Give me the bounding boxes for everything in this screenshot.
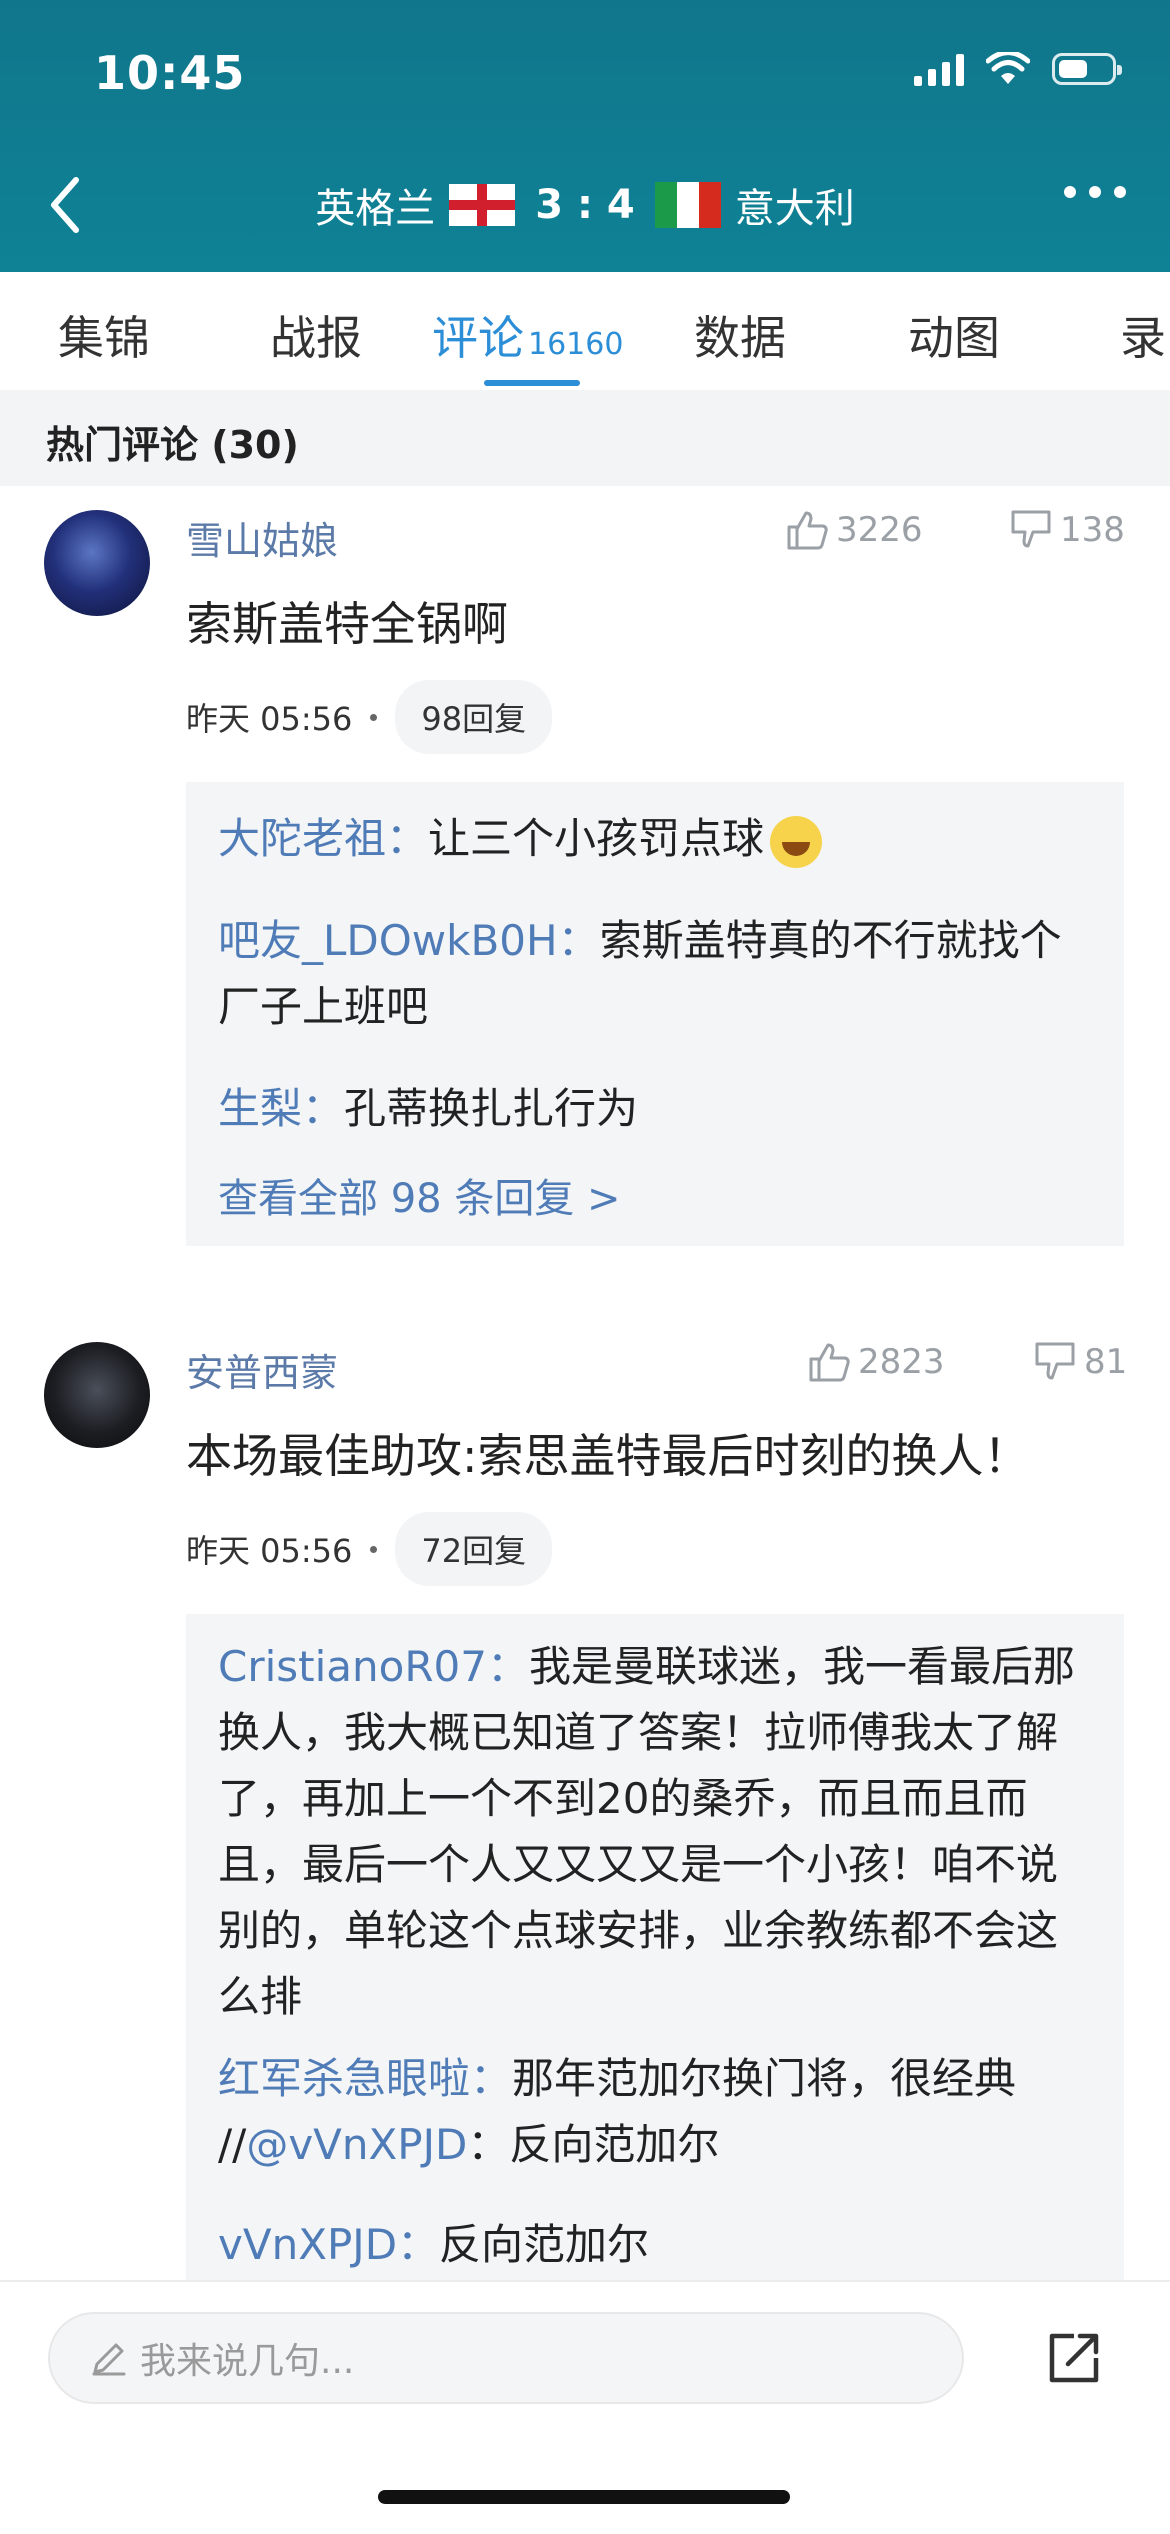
laughing-emoji-icon: [770, 815, 823, 868]
reply-item[interactable]: 大陀老祖：让三个小孩罚点球: [218, 806, 1092, 872]
replies-box: CristianoR07：我是曼联球迷，我一看最后那换人，我大概已知道了答案！拉…: [186, 1614, 1124, 2280]
comment-text: 本场最佳助攻:索思盖特最后时刻的换人！: [186, 1429, 1030, 1483]
reply-text: 反向范加尔: [439, 2220, 650, 2269]
comment-input-placeholder: 我来说几句...: [140, 2341, 355, 2382]
comment-text: 索斯盖特全锅啊: [186, 597, 508, 651]
comment-meta: 昨天 05:56 72回复: [186, 1512, 553, 1586]
reply-text: 让三个小孩罚点球: [428, 814, 765, 863]
comment-meta: 昨天 05:56 98回复: [186, 680, 553, 754]
england-flag-icon: [449, 184, 516, 226]
share-button[interactable]: [1044, 2328, 1104, 2388]
reply-item[interactable]: CristianoR07：我是曼联球迷，我一看最后那换人，我大概已知道了答案！拉…: [218, 1634, 1092, 2030]
tab-record[interactable]: 录: [1120, 302, 1166, 368]
thumbs-down-icon: [1035, 1342, 1075, 1380]
dislike-button[interactable]: 81: [1034, 1342, 1127, 1382]
thumbs-up-icon: [787, 511, 828, 550]
comment-item: 雪山姑娘 3226 138 索斯盖特全锅啊 昨天 05:56 98回复 大陀老祖…: [0, 486, 1170, 1276]
like-count: 2823: [858, 1342, 945, 1382]
view-all-replies-link[interactable]: 查看全部 98 条回复 >: [218, 1166, 621, 1224]
reply-count-button[interactable]: 98回复: [395, 680, 553, 754]
pencil-icon: [92, 2343, 126, 2376]
replies-box: 大陀老祖：让三个小孩罚点球 吧友_LDOwkB0H：索斯盖特真的不行就找个厂子上…: [186, 782, 1124, 1246]
comment-input-bar: 我来说几句...: [0, 2280, 1170, 2534]
more-options-button[interactable]: [1064, 186, 1126, 198]
like-button[interactable]: 3226: [786, 510, 923, 550]
like-button[interactable]: 2823: [808, 1342, 945, 1382]
reply-text: 我是曼联球迷，我一看最后那换人，我大概已知道了答案！拉师傅我太了解了，再加上一个…: [218, 1642, 1075, 2021]
tab-bar: 集锦 战报 评论 16160 数据 动图 录: [0, 272, 1170, 390]
reply-author[interactable]: 大陀老祖：: [218, 814, 428, 863]
comment-username[interactable]: 安普西蒙: [186, 1342, 338, 1397]
battery-icon: [1052, 53, 1122, 85]
home-indicator: [378, 2490, 790, 2504]
comment-time: 昨天 05:56: [186, 700, 353, 738]
avatar[interactable]: [44, 510, 150, 616]
avatar[interactable]: [44, 1342, 150, 1448]
tab-comments-count: 16160: [528, 327, 624, 362]
dislike-count: 138: [1060, 510, 1125, 550]
tab-stats[interactable]: 数据: [694, 302, 786, 368]
hot-comments-header: 热门评论 (30): [0, 390, 1170, 486]
share-icon: [1049, 2333, 1099, 2383]
dislike-button[interactable]: 138: [1010, 510, 1125, 550]
reply-author[interactable]: 红军杀急眼啦：: [218, 2054, 512, 2103]
home-team-name: 英格兰: [315, 186, 436, 232]
reply-item[interactable]: 生梨：孔蒂换扎扎行为: [218, 1076, 1092, 1142]
tab-highlights[interactable]: 集锦: [58, 302, 150, 368]
reply-item[interactable]: 红军杀急眼啦：那年范加尔换门将，很经典 //@vVnXPJD：反向范加尔: [218, 2046, 1092, 2178]
thumbs-up-icon: [809, 1343, 850, 1382]
away-team-name: 意大利: [734, 186, 855, 232]
tab-report[interactable]: 战报: [270, 302, 362, 368]
separator-dot: [370, 713, 378, 721]
match-score: 3 : 4: [535, 182, 635, 228]
tab-comments-label: 评论: [432, 311, 524, 365]
match-title: 英格兰 3 : 4 意大利: [0, 176, 1170, 234]
reply-text: 孔蒂换扎扎行为: [344, 1084, 639, 1133]
tab-gifs[interactable]: 动图: [908, 302, 1000, 368]
tab-comments[interactable]: 评论 16160: [432, 302, 623, 368]
reply-author[interactable]: 生梨：: [218, 1084, 344, 1133]
reply-item[interactable]: 吧友_LDOwkB0H：索斯盖特真的不行就找个厂子上班吧: [218, 908, 1092, 1040]
comment-time: 昨天 05:56: [186, 1532, 353, 1570]
status-time: 10:45: [94, 46, 246, 100]
reply-count-button[interactable]: 72回复: [395, 1512, 553, 1586]
reply-author[interactable]: 吧友_LDOwkB0H：: [218, 916, 600, 965]
top-header: 10:45 英格兰 3 : 4 意大利: [0, 0, 1170, 272]
section-title: 热门评论 (30): [46, 423, 299, 467]
comment-input[interactable]: 我来说几句...: [48, 2312, 964, 2404]
reply-author[interactable]: CristianoR07：: [218, 1642, 529, 1691]
comment-username[interactable]: 雪山姑娘: [186, 510, 338, 565]
comment-item: 安普西蒙 2823 81 本场最佳助攻:索思盖特最后时刻的换人！ 昨天 05:5…: [0, 1318, 1170, 2280]
status-icons: [914, 52, 1122, 86]
reply-author[interactable]: vVnXPJD：: [218, 2220, 439, 2269]
wifi-icon: [986, 52, 1030, 84]
mention-link[interactable]: @vVnXPJD: [246, 2120, 467, 2169]
like-count: 3226: [836, 510, 923, 550]
cellular-signal-icon: [914, 52, 964, 86]
active-tab-indicator: [484, 380, 580, 386]
thumbs-down-icon: [1011, 510, 1051, 548]
separator-dot: [370, 1545, 378, 1553]
dislike-count: 81: [1084, 1342, 1128, 1382]
italy-flag-icon: [654, 182, 721, 228]
reply-item[interactable]: vVnXPJD：反向范加尔: [218, 2212, 1092, 2278]
mention-text: ：反向范加尔: [467, 2120, 720, 2169]
